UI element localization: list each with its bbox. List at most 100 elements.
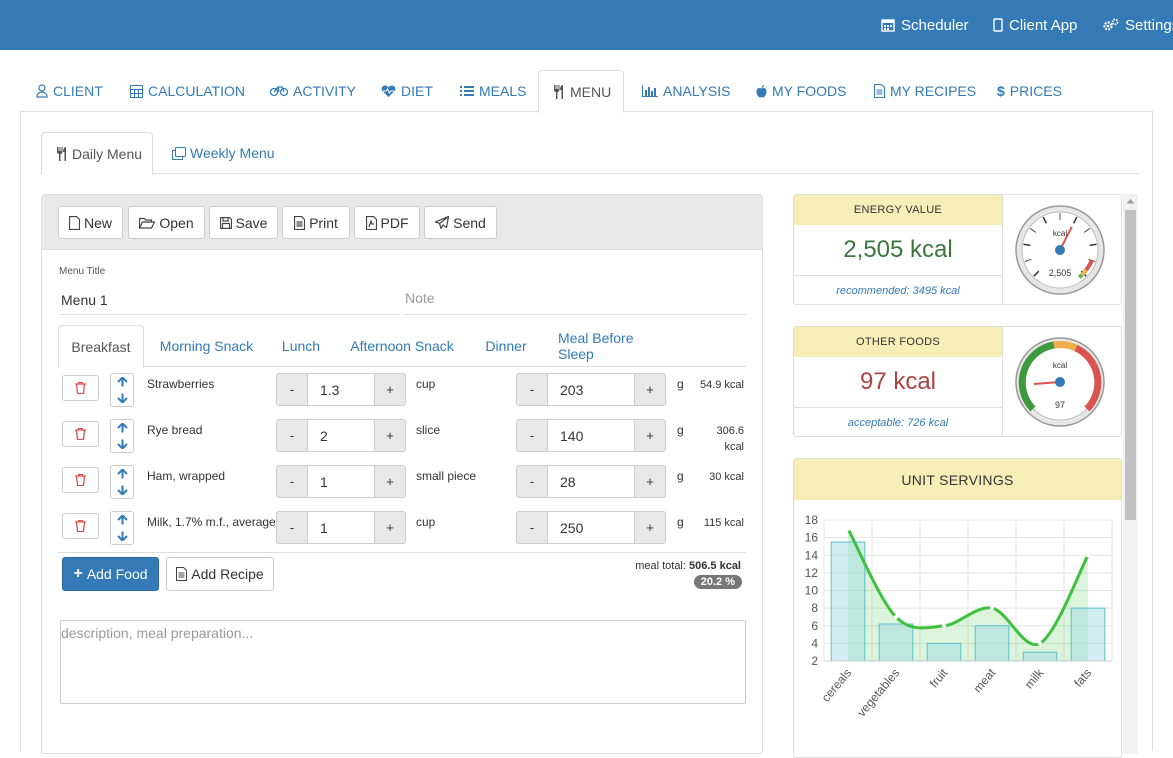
serving-unit: cup	[416, 515, 436, 529]
grams-input[interactable]: 28	[548, 465, 634, 498]
scroll-up-icon	[1126, 199, 1135, 204]
grams-increase-button[interactable]: +	[634, 465, 666, 498]
arrow-up-icon	[116, 515, 128, 525]
quantity-decrease-button[interactable]: -	[276, 373, 308, 406]
quantity-input[interactable]: 1	[308, 465, 374, 498]
tab-diet[interactable]: DIET	[379, 70, 435, 112]
reorder-arrows[interactable]	[110, 511, 134, 545]
quantity-input[interactable]: 2	[308, 419, 374, 452]
save-button[interactable]: Save	[209, 206, 278, 239]
grams-stepper: - 203 +	[516, 373, 666, 406]
grams-input[interactable]: 140	[548, 419, 634, 452]
y-tick-label: 6	[811, 619, 818, 633]
delete-food-button[interactable]	[62, 467, 99, 493]
card-divider	[1002, 327, 1003, 437]
note-input[interactable]: Note	[403, 281, 746, 315]
arrow-down-icon	[116, 439, 128, 449]
delete-food-button[interactable]	[62, 513, 99, 539]
pdf-button[interactable]: PDF	[354, 206, 420, 239]
unit-servings-header: UNIT SERVINGS	[794, 459, 1121, 500]
open-button[interactable]: Open	[128, 206, 205, 239]
tab-analysis[interactable]: ANALYSIS	[640, 70, 732, 112]
quantity-stepper: - 1 +	[276, 511, 406, 544]
tab-prices[interactable]: $ PRICES	[995, 70, 1064, 112]
tab-afternoon-snack[interactable]: Afternoon Snack	[350, 325, 454, 367]
scroll-thumb[interactable]	[1125, 210, 1136, 520]
unit-servings-chart: 2 4 6 8 10 12 14 16 18 cereals vegetables fruit meat…	[805, 513, 1113, 719]
grams-decrease-button[interactable]: -	[516, 373, 548, 406]
quantity-increase-button[interactable]: +	[374, 419, 406, 452]
quantity-input[interactable]: 1.3	[308, 373, 374, 406]
energy-value: 2,505 kcal	[843, 236, 953, 263]
grams-decrease-button[interactable]: -	[516, 465, 548, 498]
tab-lunch[interactable]: Lunch	[280, 325, 322, 367]
settings-link[interactable]: Settings	[1103, 0, 1173, 50]
energy-recommended: recommended: 3495 kcal	[794, 275, 1002, 305]
grams-unit: g	[677, 469, 684, 483]
reorder-arrows[interactable]	[110, 465, 134, 499]
tab-activity[interactable]: ACTIVITY	[268, 70, 358, 112]
quantity-increase-button[interactable]: +	[374, 511, 406, 544]
new-button[interactable]: New	[58, 206, 123, 239]
tab-morning-snack[interactable]: Morning Snack	[159, 325, 254, 367]
rows-divider	[58, 552, 746, 553]
grams-increase-button[interactable]: +	[634, 373, 666, 406]
tab-meals[interactable]: MEALS	[458, 70, 528, 112]
quantity-stepper: - 1 +	[276, 465, 406, 498]
grams-input[interactable]: 250	[548, 511, 634, 544]
tab-daily-menu[interactable]: Daily Menu	[41, 132, 153, 175]
grams-increase-button[interactable]: +	[634, 419, 666, 452]
description-textarea[interactable]: description, meal preparation...	[60, 620, 746, 704]
scheduler-link[interactable]: Scheduler	[881, 0, 969, 50]
send-button[interactable]: Send	[424, 206, 497, 239]
reorder-arrows[interactable]	[110, 419, 134, 453]
tab-meal-before-sleep[interactable]: Meal Before Sleep	[558, 325, 671, 367]
y-tick-label: 18	[805, 513, 819, 527]
quantity-decrease-button[interactable]: -	[276, 465, 308, 498]
tab-my-foods[interactable]: MY FOODS	[754, 70, 848, 112]
food-kcal: 30 kcal	[709, 471, 744, 483]
reorder-arrows[interactable]	[110, 373, 134, 407]
tab-weekly-menu[interactable]: Weekly Menu	[172, 132, 275, 174]
delete-food-button[interactable]	[62, 375, 99, 401]
tab-calculation[interactable]: CALCULATION	[128, 70, 247, 112]
tab-analysis-label: ANALYSIS	[663, 83, 731, 99]
tab-client[interactable]: CLIENT	[34, 70, 105, 112]
tab-diet-label: DIET	[401, 83, 433, 99]
bar-fats	[1070, 607, 1106, 662]
quantity-increase-button[interactable]: +	[374, 465, 406, 498]
line-point-milk	[1038, 641, 1042, 646]
add-food-button[interactable]: + Add Food	[62, 557, 159, 591]
scrollbar[interactable]	[1123, 194, 1138, 754]
other-foods-header: OTHER FOODS	[794, 327, 1002, 357]
quantity-input[interactable]: 1	[308, 511, 374, 544]
serving-unit: small piece	[416, 469, 477, 483]
client-app-link[interactable]: Client App	[993, 0, 1077, 50]
delete-food-button[interactable]	[62, 421, 99, 447]
quantity-decrease-button[interactable]: -	[276, 511, 308, 544]
tab-menu[interactable]: MENU	[538, 70, 624, 113]
pdf-button-label: PDF	[380, 214, 409, 231]
grams-input[interactable]: 203	[548, 373, 634, 406]
dollar-icon: $	[997, 83, 1005, 99]
tab-breakfast[interactable]: Breakfast	[58, 325, 144, 368]
print-button-label: Print	[309, 214, 338, 231]
grams-decrease-button[interactable]: -	[516, 511, 548, 544]
print-button[interactable]: Print	[282, 206, 350, 239]
energy-card: ENERGY VALUE 2,505 kcal recommended: 349…	[793, 194, 1122, 305]
add-recipe-button[interactable]: Add Recipe	[166, 557, 274, 591]
tab-dinner[interactable]: Dinner	[483, 325, 529, 367]
bar-cereals	[830, 541, 866, 662]
tab-my-recipes[interactable]: MY RECIPES	[872, 70, 978, 112]
grams-increase-button[interactable]: +	[634, 511, 666, 544]
quantity-decrease-button[interactable]: -	[276, 419, 308, 452]
quantity-increase-button[interactable]: +	[374, 373, 406, 406]
x-tick-label: fats	[1071, 666, 1094, 690]
bar-vegetables	[878, 623, 914, 662]
energy-header: ENERGY VALUE	[794, 195, 1002, 225]
menu-title-input[interactable]: Menu 1	[59, 285, 399, 315]
pdf-icon	[365, 215, 377, 230]
y-tick-label: 12	[805, 566, 819, 580]
serving-unit: cup	[416, 377, 436, 391]
grams-decrease-button[interactable]: -	[516, 419, 548, 452]
